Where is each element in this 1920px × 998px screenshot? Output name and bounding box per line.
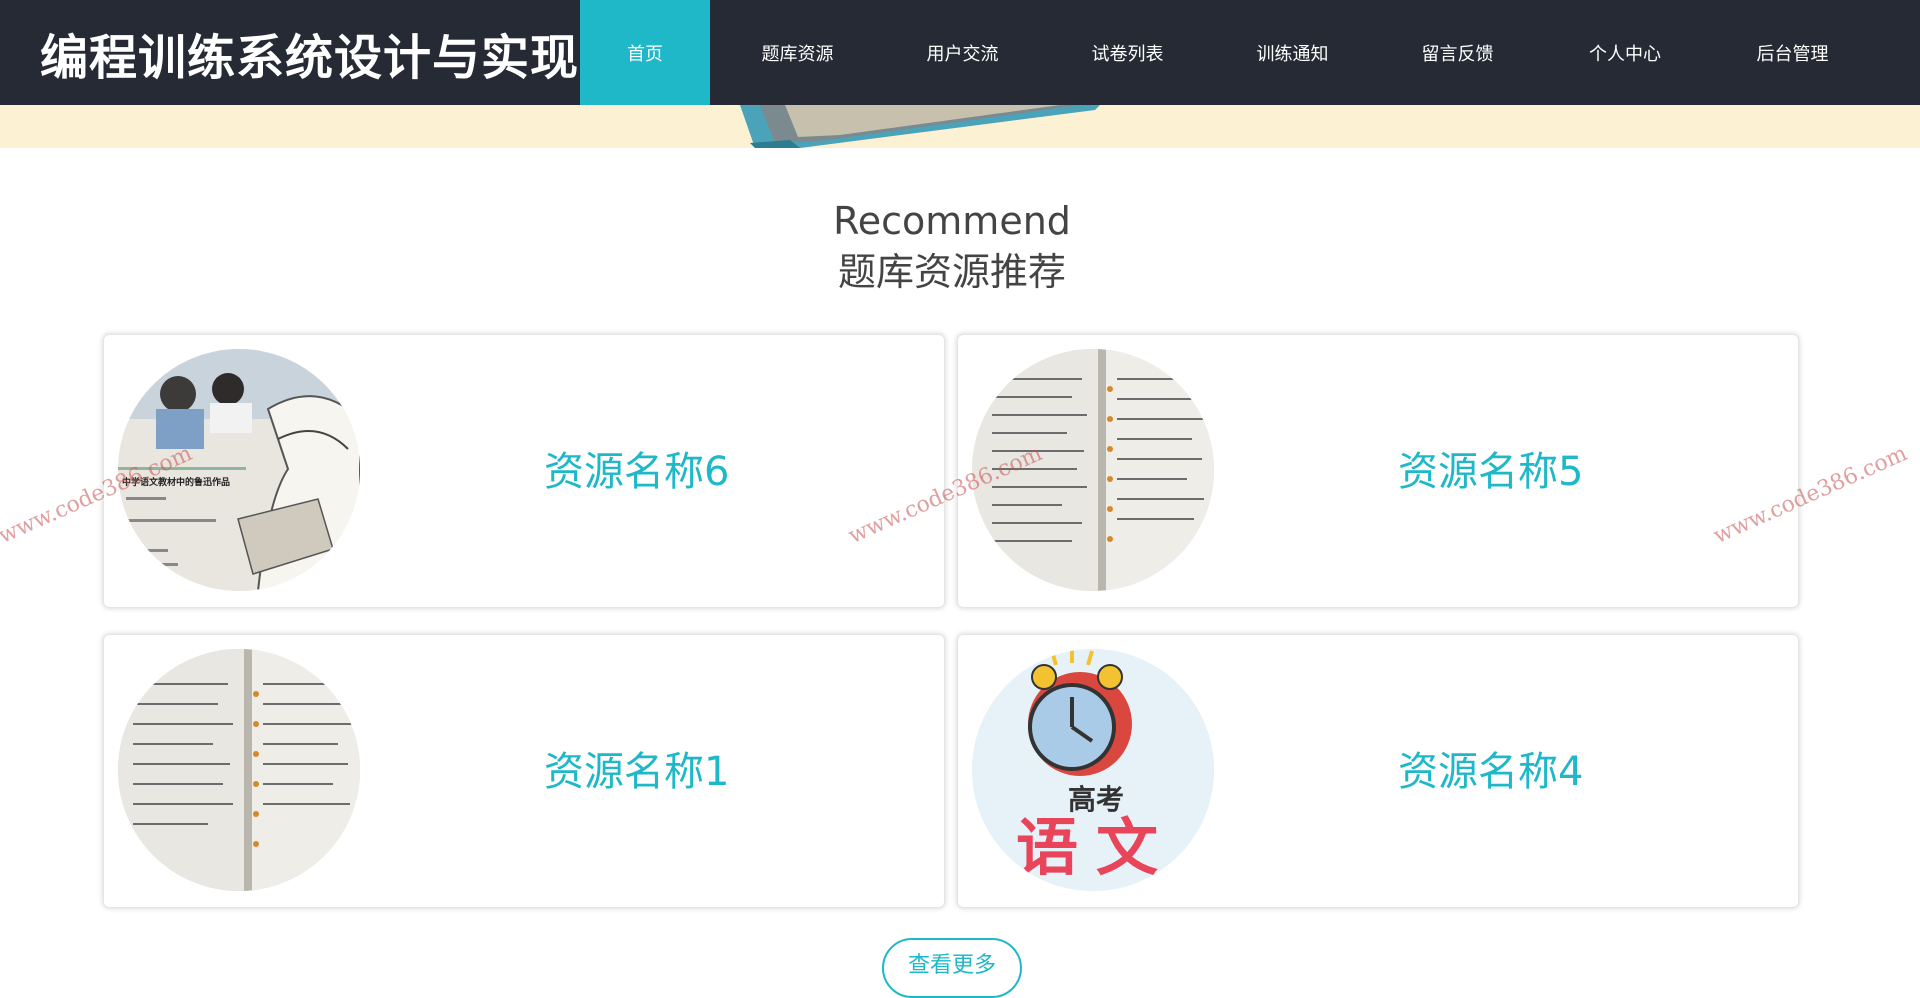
resource-name[interactable]: 资源名称4 — [1398, 635, 1583, 909]
view-more-button[interactable]: 查看更多 — [882, 938, 1022, 998]
banner-book-image — [740, 105, 1100, 148]
nav-user-forum[interactable]: 用户交流 — [885, 0, 1040, 105]
resource-card[interactable]: 资源名称1 — [103, 634, 945, 908]
nav-home[interactable]: 首页 — [580, 0, 710, 105]
recommend-title-en: Recommend — [833, 199, 1071, 243]
resource-thumbnail[interactable]: 中学语文教材中的鲁迅作品 — [118, 349, 360, 591]
resource-name[interactable]: 资源名称6 — [544, 335, 729, 609]
resource-card[interactable]: 资源名称5 — [957, 334, 1799, 608]
recommend-title-cn: 题库资源推荐 — [837, 250, 1066, 294]
thumb-yuwen-text: 语文 — [1016, 811, 1176, 884]
resource-name[interactable]: 资源名称5 — [1398, 335, 1583, 609]
resource-thumbnail[interactable] — [118, 649, 360, 891]
top-navbar: 编程训练系统设计与实现 首页 题库资源 用户交流 试卷列表 训练通知 留言反馈 … — [0, 0, 1920, 105]
resource-thumbnail[interactable]: 高考 语文 — [972, 649, 1214, 891]
site-title: 编程训练系统设计与实现 — [40, 29, 580, 86]
nav-feedback[interactable]: 留言反馈 — [1370, 0, 1545, 105]
banner-carousel[interactable] — [0, 105, 1920, 148]
nav-training-notice[interactable]: 训练通知 — [1215, 0, 1370, 105]
nav-personal-center[interactable]: 个人中心 — [1545, 0, 1705, 105]
nav-exam-list[interactable]: 试卷列表 — [1040, 0, 1215, 105]
resource-name[interactable]: 资源名称1 — [544, 635, 729, 909]
nav-admin[interactable]: 后台管理 — [1705, 0, 1880, 105]
resource-thumbnail[interactable] — [972, 349, 1214, 591]
thumb-heading-text: 中学语文教材中的鲁迅作品 — [122, 476, 230, 488]
resource-card[interactable]: 中学语文教材中的鲁迅作品 资源名称6 — [103, 334, 945, 608]
recommend-heading: Recommend 题库资源推荐 — [0, 196, 1904, 298]
main-nav: 首页 题库资源 用户交流 试卷列表 训练通知 留言反馈 个人中心 后台管理 — [580, 0, 1880, 105]
nav-question-bank[interactable]: 题库资源 — [710, 0, 885, 105]
resource-card[interactable]: 高考 语文 资源名称4 — [957, 634, 1799, 908]
